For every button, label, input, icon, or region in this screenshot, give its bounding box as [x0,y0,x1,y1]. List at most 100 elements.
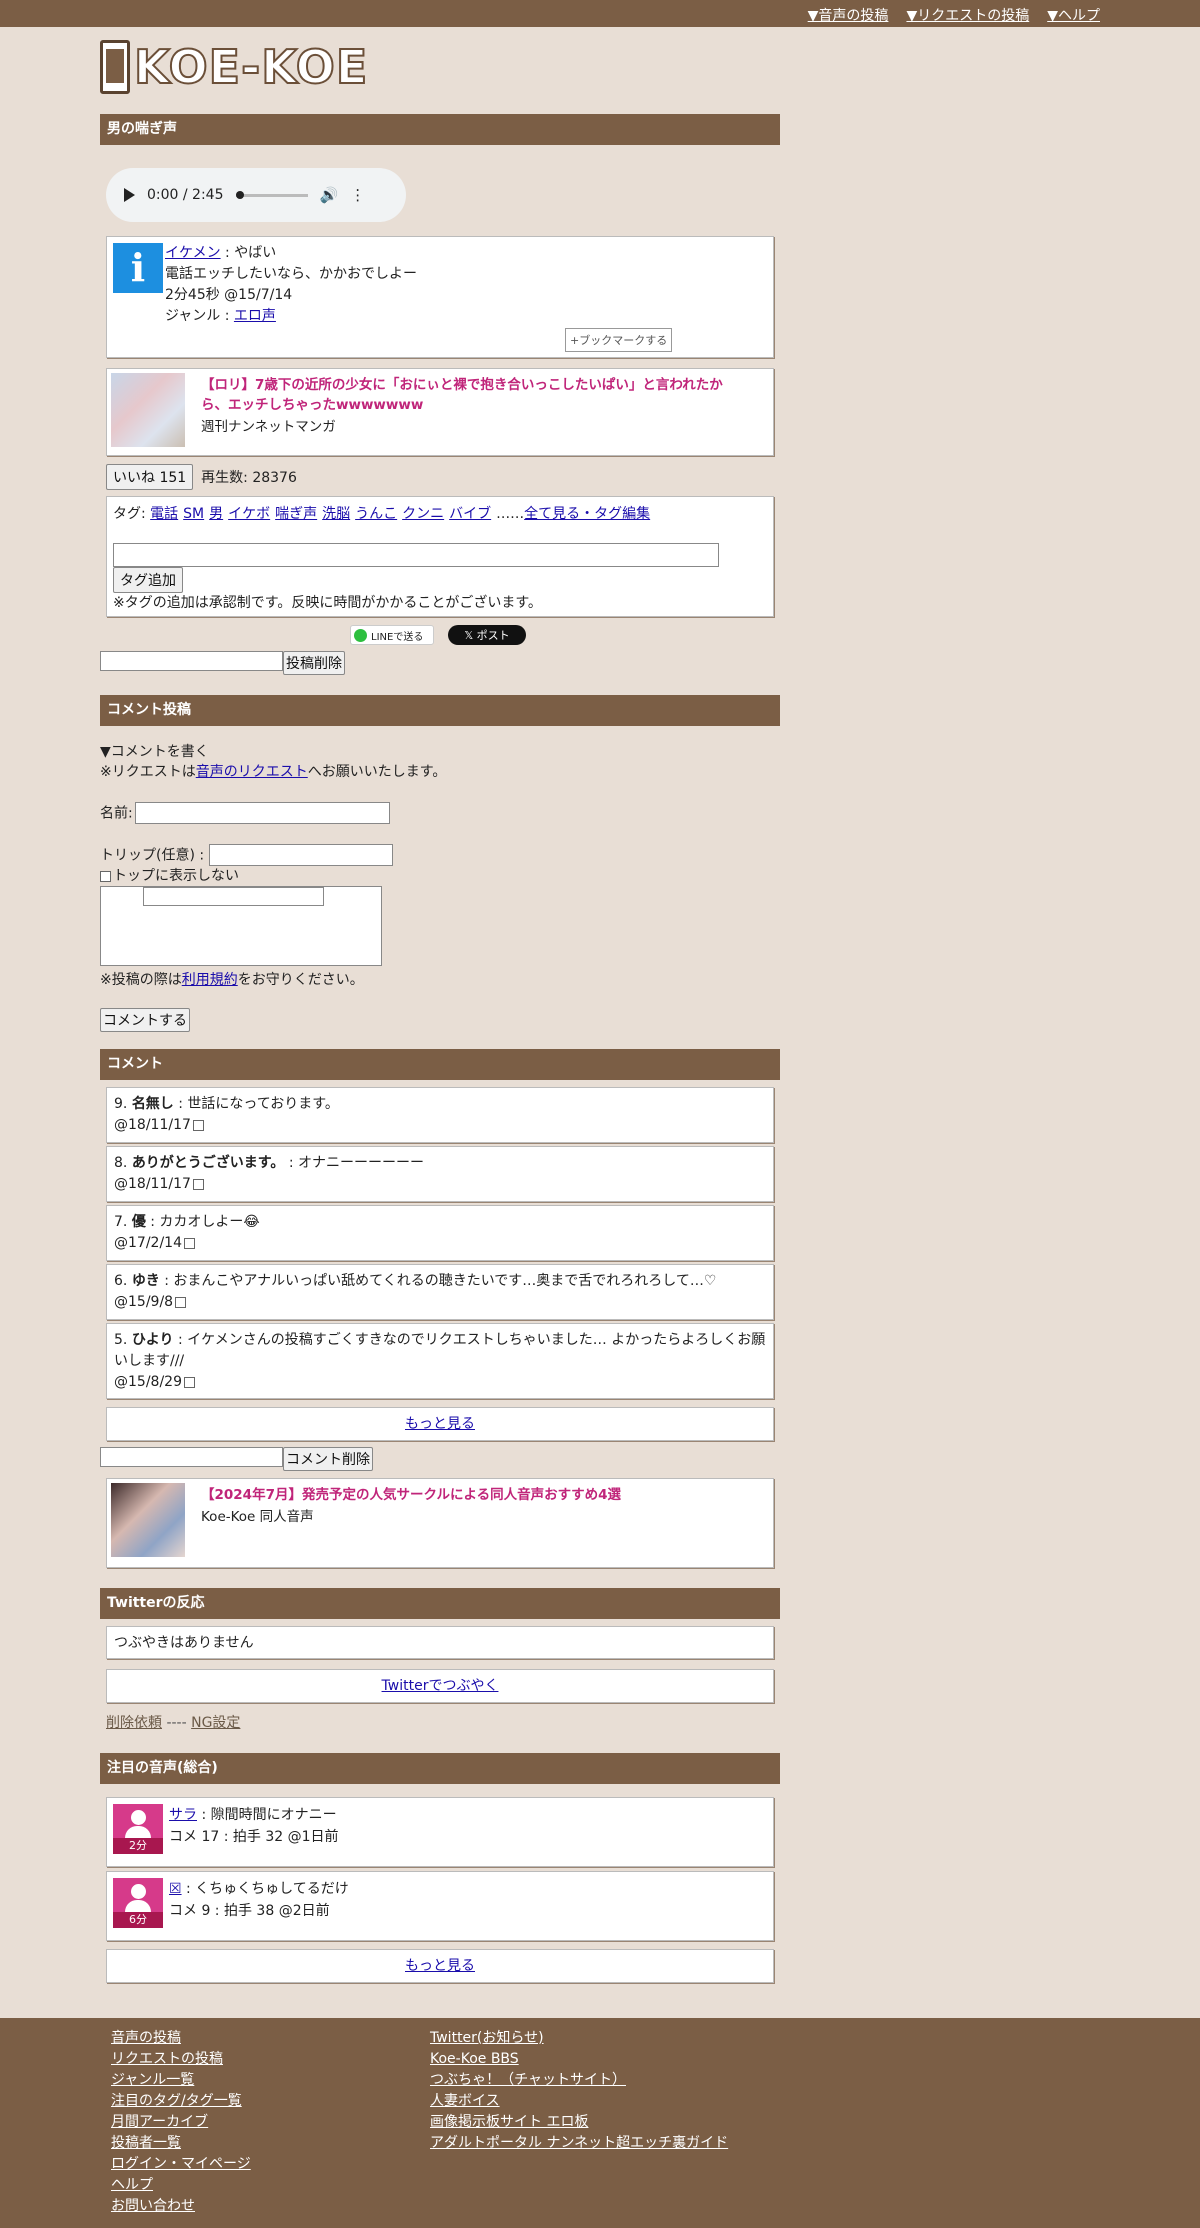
footer-link[interactable]: Twitter(お知らせ) [430,2028,728,2049]
notable-voice-item[interactable]: 2分 サラ : 隙間時間にオナニー コメ 17 : 拍手 32 @1日前 [106,1797,774,1867]
name-input[interactable] [134,802,390,824]
line-share-button[interactable]: LINEで送る [350,625,434,645]
comment-checkbox[interactable] [192,1178,204,1190]
ad-card-manga[interactable]: 【ロリ】7歳下の近所の少女に「おにぃと裸で抱き合いっこしたいぱい」と言われたから… [106,368,774,456]
audio-player[interactable]: 0:00 / 2:45 🔊 ⋮ [106,168,406,222]
ad-source: 週刊ナンネットマンガ [201,419,336,435]
comment-checkbox[interactable] [192,1119,204,1131]
footer-link[interactable]: 投稿者一覧 [111,2133,251,2154]
commenter-name: ひより [131,1332,174,1348]
genre-link[interactable]: エロ声 [234,308,276,324]
main-column: 男の喘ぎ声 0:00 / 2:45 🔊 ⋮ i イケメン : やばい 電話エッチ… [100,114,780,1983]
nav-help-link[interactable]: ▼ヘルプ [1047,5,1100,25]
nav-voice-post-link[interactable]: ▼音声の投稿 [808,5,889,25]
logo-text: KOE-KOE [133,39,369,95]
volume-icon[interactable]: 🔊 [320,186,339,204]
footer-link[interactable]: お問い合わせ [111,2196,251,2217]
voice-request-link[interactable]: 音声のリクエスト [196,764,308,780]
like-button[interactable]: いいね 151 [106,464,194,490]
add-tag-button[interactable]: タグ追加 [113,567,183,593]
tag-link[interactable]: 男 [209,506,223,522]
tag-link[interactable]: 電話 [150,506,178,522]
footer-link[interactable]: リクエストの投稿 [111,2049,251,2070]
footer-link[interactable]: つぶちゃ！（チャットサイト） [430,2070,728,2091]
footer-link[interactable]: ジャンル一覧 [111,2070,251,2091]
submit-comment-button[interactable]: コメントする [100,1008,190,1032]
footer-link[interactable]: 注目のタグ/タグ一覧 [111,2091,251,2112]
x-post-button[interactable]: 𝕏 ポスト [448,625,526,645]
commenter-name: ゆき [131,1273,160,1289]
logo-phone-icon [100,40,130,94]
user-avatar-info-icon: i [113,243,163,293]
notable-heading: 注目の音声(総合) [100,1753,780,1784]
post-delete-password-input[interactable] [100,651,283,671]
line-icon [354,628,367,642]
ad-title[interactable]: 【ロリ】7歳下の近所の少女に「おにぃと裸で抱き合いっこしたいぱい」と言われたから… [201,375,743,415]
genre-label: ジャンル : [165,308,234,324]
footer-link[interactable]: ヘルプ [111,2175,251,2196]
tag-link[interactable]: イケボ [228,506,270,522]
tweet-link[interactable]: Twitterでつぶやく [382,1678,499,1694]
nav-request-post-link[interactable]: ▼リクエストの投稿 [906,5,1029,25]
tag-link[interactable]: SM [183,506,204,522]
ad-thumbnail[interactable] [111,1483,185,1557]
more-comments-link[interactable]: もっと見る [405,1416,475,1432]
female-user-icon: 2分 [113,1804,163,1854]
female-user-icon: 6分 [113,1878,163,1928]
ad-title[interactable]: 【2024年7月】発売予定の人気サークルによる同人音声おすすめ4選 [201,1485,743,1505]
no-tweets-message: つぶやきはありません [106,1626,774,1659]
more-options-icon[interactable]: ⋮ [350,186,365,204]
ad-thumbnail[interactable] [111,373,185,447]
tag-link[interactable]: クンニ [402,506,444,522]
all-tags-link[interactable]: 全て見る・タグ編集 [524,506,650,522]
tag-box: タグ: 電話 SM 男イケボ 喘ぎ声 洗脳 うんこ クンニ バイブ ……全て見る・タグ編集 タグ… [106,496,774,617]
comment-form-heading: コメント投稿 [100,695,780,726]
tag-link[interactable]: うんこ [355,506,397,522]
notable-user-link[interactable]: ☒ [169,1881,182,1897]
notable-user-link[interactable]: サラ [169,1807,197,1823]
hide-top-label: トップに表示しない [113,868,239,884]
hide-top-checkbox[interactable] [100,870,111,882]
commenter-name: 名無し [131,1096,174,1112]
tag-input[interactable] [113,543,719,567]
site-logo[interactable]: KOE-KOE [100,38,368,96]
comment-checkbox[interactable] [175,1296,187,1308]
trip-label: トリップ(任意) : [100,847,205,864]
write-comment-toggle[interactable]: ▼コメントを書く [100,742,780,762]
footer-link[interactable]: Koe-Koe BBS [430,2049,728,2070]
footer-link[interactable]: 人妻ボイス [430,2091,728,2112]
ng-settings-link[interactable]: NG設定 [191,1715,240,1731]
notable-voice-item[interactable]: 6分 ☒ : くちゅくちゅしてるだけ コメ 9 : 拍手 38 @2日前 [106,1871,774,1941]
footer-link[interactable]: 月間アーカイブ [111,2112,251,2133]
comment-checkbox[interactable] [183,1237,195,1249]
comment-checkbox[interactable] [183,1376,195,1388]
bookmark-button[interactable]: +ブックマークする [565,328,673,352]
play-icon[interactable] [124,188,135,202]
name-label: 名前: [100,805,133,822]
poster-name-link[interactable]: イケメン [165,245,221,261]
footer-link[interactable]: 画像掲示板サイト エロ板 [430,2112,728,2133]
tag-link[interactable]: バイブ [449,506,491,522]
ad-source: Koe-Koe 同人音声 [201,1509,314,1525]
comment-item: 5. ひより : イケメンさんの投稿すごくすきなのでリクエストしちゃいました… … [106,1323,774,1399]
tag-link[interactable]: 洗脳 [322,506,350,522]
post-delete-button[interactable]: 投稿削除 [283,651,345,675]
footer-link[interactable]: 音声の投稿 [111,2028,251,2049]
more-notable-link[interactable]: もっと見る [405,1958,475,1974]
terms-link[interactable]: 利用規約 [182,972,238,988]
voice-heading: 男の喘ぎ声 [100,114,780,145]
ad-card-doujin[interactable]: 【2024年7月】発売予定の人気サークルによる同人音声おすすめ4選 Koe-Ko… [106,1478,774,1568]
comment-item: 9. 名無し : 世話になっております。 @18/11/17 [106,1087,774,1143]
top-nav-bar: ▼音声の投稿 ▼リクエストの投稿 ▼ヘルプ [0,0,1200,27]
footer-link[interactable]: ログイン・マイページ [111,2154,251,2175]
delete-request-link[interactable]: 削除依頼 [106,1715,162,1731]
voice-title: : やばい [220,245,277,261]
comment-delete-button[interactable]: コメント削除 [283,1447,373,1471]
audio-seek-slider[interactable] [235,190,308,199]
tag-link[interactable]: 喘ぎ声 [275,506,317,522]
comment-textarea[interactable] [100,886,382,966]
trip-input[interactable] [208,844,393,866]
comment-subfield[interactable] [143,887,324,906]
footer-link[interactable]: アダルトポータル ナンネット超エッチ裏ガイド [430,2133,728,2154]
comment-delete-password-input[interactable] [100,1447,283,1467]
